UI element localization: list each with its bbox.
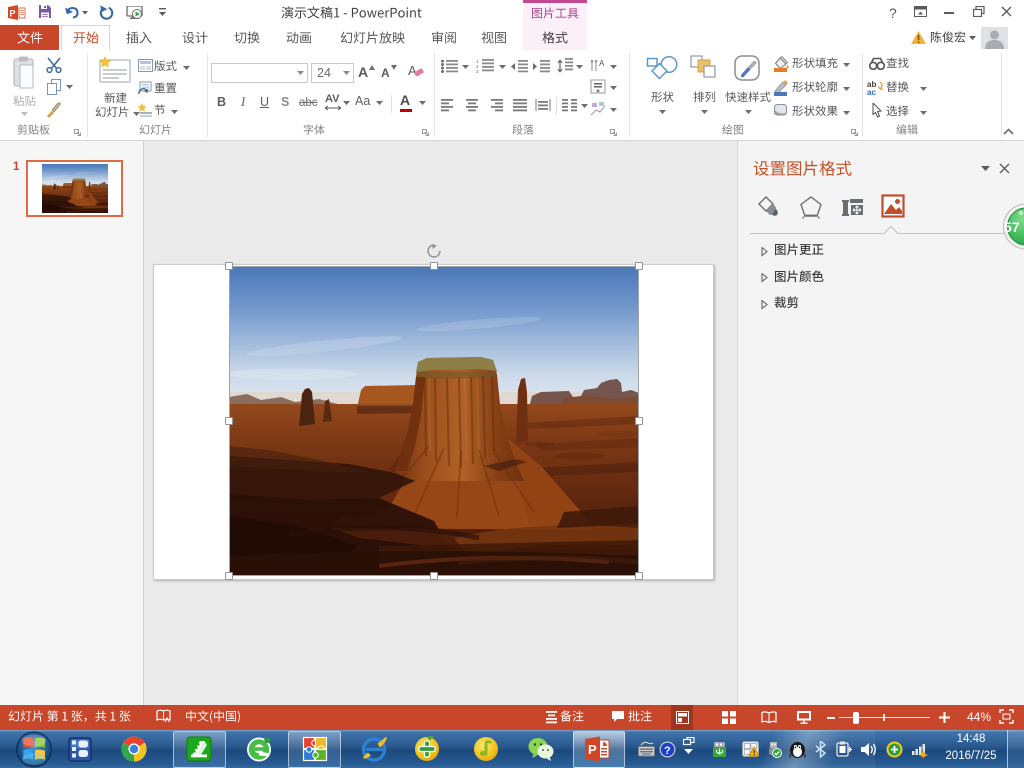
svg-text:P: P xyxy=(588,742,597,757)
svg-text:57: 57 xyxy=(1004,219,1020,235)
svg-text:P: P xyxy=(10,9,16,19)
svg-text:?: ? xyxy=(664,745,671,757)
svg-text:A: A xyxy=(599,59,605,68)
svg-text:3: 3 xyxy=(476,69,479,74)
svg-text:ac: ac xyxy=(867,88,876,95)
svg-text:?: ? xyxy=(889,5,897,21)
